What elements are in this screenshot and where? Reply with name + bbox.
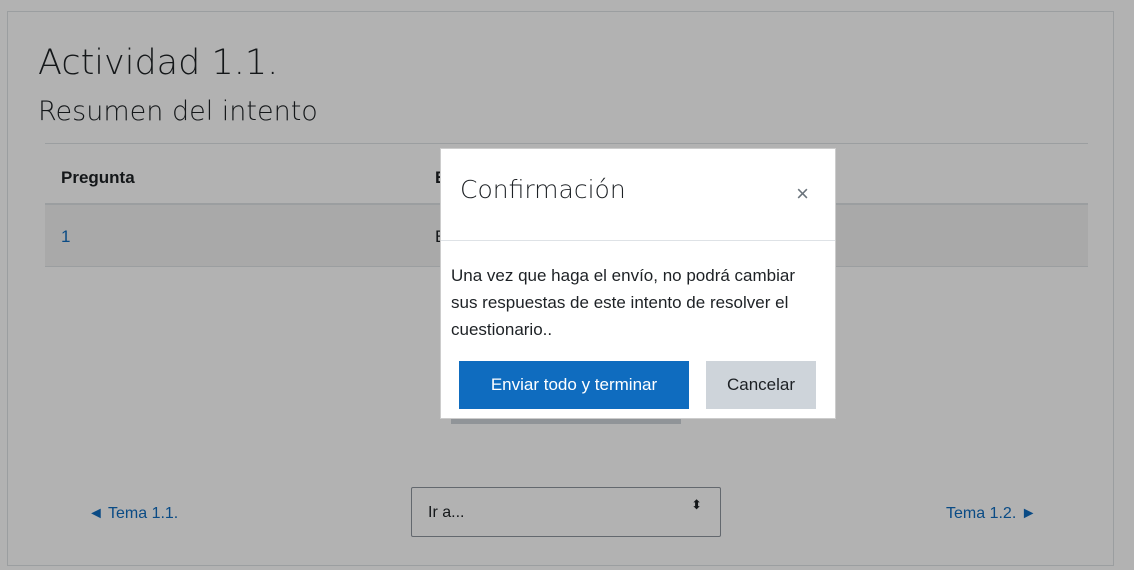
modal-header: Confirmación × — [441, 149, 835, 241]
modal-title: Confirmación — [460, 175, 626, 204]
cancel-button[interactable]: Cancelar — [706, 361, 816, 409]
confirmation-dialog: Confirmación × Una vez que haga el envío… — [440, 148, 836, 419]
close-icon[interactable]: × — [796, 183, 809, 205]
modal-message: Una vez que haga el envío, no podrá camb… — [451, 266, 796, 339]
submit-all-button[interactable]: Enviar todo y terminar — [459, 361, 689, 409]
